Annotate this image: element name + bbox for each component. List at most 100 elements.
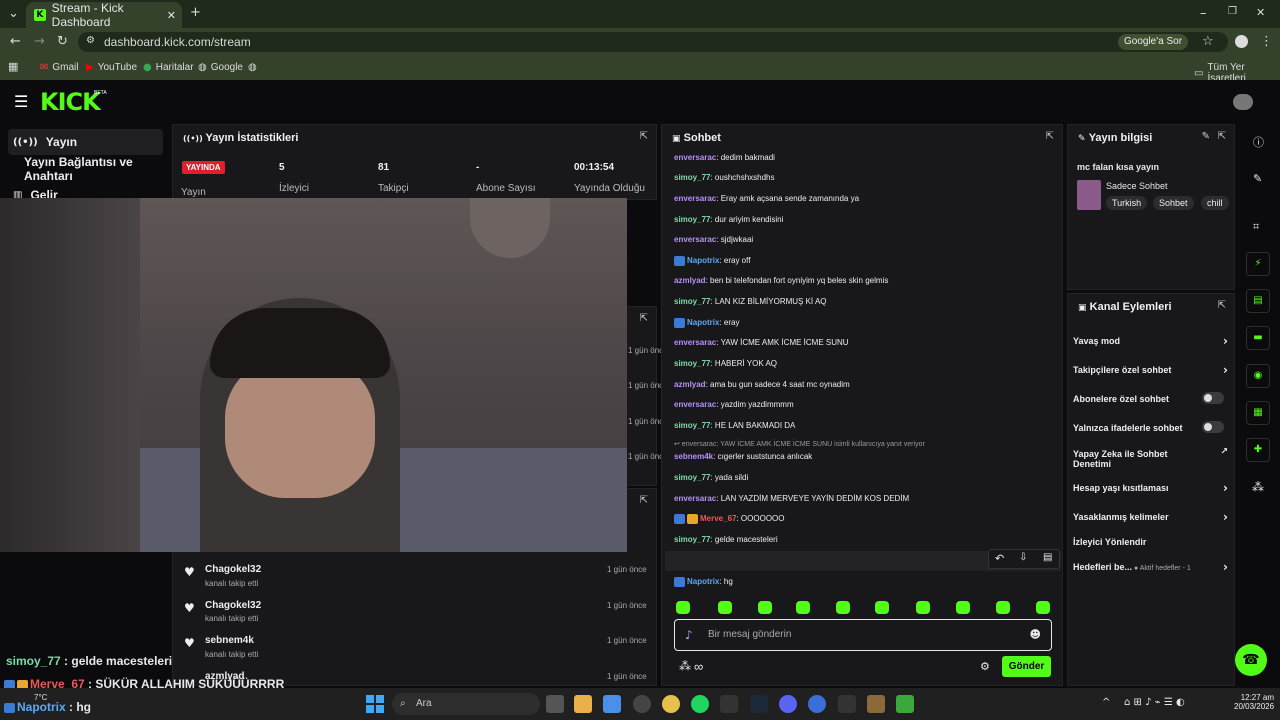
info-icon[interactable]: ⓘ: [1253, 134, 1264, 150]
lightning-icon[interactable]: ⚡: [1246, 252, 1270, 276]
emote-icon[interactable]: [758, 601, 772, 614]
store-icon[interactable]: [603, 695, 621, 713]
chat-message[interactable]: Merve_67: OOOOOOO: [674, 514, 785, 524]
chat-users-icon[interactable]: ⁂: [679, 659, 691, 673]
emote-icon[interactable]: [796, 601, 810, 614]
chat-message[interactable]: azmlyad: ben bi telefondan fort oyniyim …: [674, 276, 888, 285]
tray-icons[interactable]: ⌂ ⊞ ♪ ⌁ ☰ ◐: [1124, 697, 1185, 708]
chat-message[interactable]: azmlyad: ama bu gun sadece 4 saat mc oyn…: [674, 380, 850, 389]
chat-username[interactable]: enversarac: [674, 235, 716, 244]
channel-action-row[interactable]: Hesap yaşı kısıtlaması ›: [1073, 481, 1228, 495]
chat-settings-icon[interactable]: ⚙: [980, 660, 990, 673]
toggle-switch[interactable]: [1202, 421, 1224, 433]
chat-username[interactable]: simoy_77: [674, 215, 710, 224]
chat-message[interactable]: enversarac: LAN YAZDİM MERVEYE YAYİN DED…: [674, 494, 909, 503]
chat-icon[interactable]: ▬: [1246, 326, 1270, 350]
minimize-icon[interactable]: –: [1200, 6, 1207, 21]
channel-action-row[interactable]: Yapay Zeka ile Sohbet Denetimi ↗: [1073, 447, 1228, 469]
pin-icon[interactable]: ⇩: [1019, 552, 1027, 563]
chat-message[interactable]: simoy_77: LAN KIZ BİLMİYORMUŞ Kİ AQ: [674, 297, 827, 306]
emote-icon[interactable]: [836, 601, 850, 614]
emote-icon[interactable]: [916, 601, 930, 614]
chrome-icon[interactable]: [662, 695, 680, 713]
spotify-icon[interactable]: [691, 695, 709, 713]
channel-action-row[interactable]: İzleyici Yönlendir: [1073, 537, 1228, 547]
chat-username[interactable]: Merve_67: [700, 514, 736, 523]
category-name[interactable]: Sadece Sohbet: [1106, 181, 1168, 191]
bookmark-gmail[interactable]: ✉ Gmail: [40, 62, 79, 73]
kick-logo[interactable]: KICK: [40, 88, 101, 116]
users-icon[interactable]: ⁂: [1252, 480, 1264, 494]
bookmark-youtube[interactable]: ▶ YouTube: [86, 62, 137, 73]
channel-action-row[interactable]: Takipçilere özel sohbet ›: [1073, 363, 1228, 377]
steam-icon[interactable]: [750, 695, 768, 713]
chat-message[interactable]: simoy_77: oushchshxshdhs: [674, 173, 775, 182]
close-window-icon[interactable]: ✕: [1256, 6, 1265, 19]
broadcast-toggle-icon[interactable]: ◉: [1246, 364, 1270, 388]
expand-icon[interactable]: ⇱: [1218, 131, 1226, 142]
epic-games-icon[interactable]: [720, 695, 738, 713]
emote-icon[interactable]: [1036, 601, 1050, 614]
chat-username[interactable]: sebnem4k: [674, 452, 713, 461]
reload-icon[interactable]: ↻: [57, 34, 68, 49]
file-explorer-icon[interactable]: [574, 695, 592, 713]
expand-icon[interactable]: ⇱: [1218, 300, 1226, 311]
emote-icon[interactable]: [676, 601, 690, 614]
expand-icon[interactable]: ⇱: [1046, 131, 1054, 142]
chat-message[interactable]: Napotrix: hg: [674, 577, 733, 587]
chat-message[interactable]: simoy_77: HABERİ YOK AQ: [674, 359, 777, 368]
microphone-icon[interactable]: ♪: [685, 628, 693, 642]
new-tab-icon[interactable]: +: [190, 5, 201, 20]
chat-message[interactable]: simoy_77: gelde macesteleri: [674, 535, 778, 544]
discord-icon[interactable]: [779, 695, 797, 713]
channel-action-row[interactable]: Abonelere özel sohbet: [1073, 392, 1228, 404]
channel-action-row[interactable]: Yasaklanmış kelimeler ›: [1073, 510, 1228, 524]
obs-icon[interactable]: [633, 695, 651, 713]
site-info-icon[interactable]: ⚙: [86, 35, 95, 46]
channel-action-row[interactable]: Yalnızca ifadelerle sohbet: [1073, 421, 1228, 433]
chat-username[interactable]: simoy_77: [674, 297, 710, 306]
chat-message[interactable]: simoy_77: dur ariyim kendisini: [674, 215, 783, 224]
channel-action-row[interactable]: Yavaş mod ›: [1073, 334, 1228, 348]
chat-username[interactable]: Napotrix: [687, 318, 719, 327]
chat-input-box[interactable]: ♪ Bir mesaj gönderin ☻: [674, 619, 1052, 651]
chat-username[interactable]: simoy_77: [674, 359, 710, 368]
screen-capture-icon[interactable]: ⌗: [1253, 220, 1259, 234]
tray-chevron-icon[interactable]: ^: [1102, 697, 1110, 708]
google-ask-button[interactable]: Google'a Sor: [1118, 34, 1189, 50]
chat-username[interactable]: simoy_77: [674, 421, 710, 430]
channel-action-row[interactable]: Hedefleri be... ● Aktif hedefler - 1 ›: [1073, 560, 1228, 574]
chat-username[interactable]: azmlyad: [674, 276, 706, 285]
chat-message[interactable]: Napotrix: eray: [674, 318, 739, 328]
chat-username[interactable]: simoy_77: [674, 535, 710, 544]
emote-icon[interactable]: [996, 601, 1010, 614]
toggle-switch[interactable]: [1202, 392, 1224, 404]
tab-list-icon[interactable]: ⌄: [8, 6, 19, 21]
back-icon[interactable]: ←: [10, 34, 21, 49]
expand-icon[interactable]: ⇱: [640, 495, 648, 506]
close-tab-icon[interactable]: ✕: [167, 9, 176, 22]
clock[interactable]: 12:27 am 20/03/2026: [1234, 693, 1274, 711]
chat-username[interactable]: enversarac: [674, 194, 716, 203]
chat-message[interactable]: enversarac: YAW İCME AMK İCME İCME SUNU: [674, 338, 849, 347]
sidebar-item-stream[interactable]: ((•)) Yayın: [8, 129, 163, 155]
layout-icon[interactable]: ▦: [1246, 401, 1270, 425]
chat-username[interactable]: enversarac: [674, 400, 716, 409]
weather-temp[interactable]: 7°C: [34, 693, 47, 702]
bookmark-maps[interactable]: ● Haritalar: [143, 62, 194, 73]
minecraft-launcher-icon[interactable]: [867, 695, 885, 713]
menu-dots-icon[interactable]: ⋮: [1260, 34, 1273, 49]
forward-icon[interactable]: →: [34, 34, 45, 49]
expand-icon[interactable]: ⇱: [640, 313, 648, 324]
chat-username[interactable]: Napotrix: [687, 256, 719, 265]
bookmark-google[interactable]: ◍ Google: [198, 62, 243, 73]
taskbar-search[interactable]: ⌕ Ara: [392, 693, 540, 715]
url-field[interactable]: dashboard.kick.com/stream: [78, 32, 1228, 52]
apps-grid-icon[interactable]: ▦: [8, 60, 18, 73]
task-view-icon[interactable]: [546, 695, 564, 713]
chat-message[interactable]: simoy_77: HE LAN BAKMADI DA: [674, 421, 795, 430]
chat-message[interactable]: enversarac: Eray amk açsana sende zamanı…: [674, 194, 859, 203]
expand-icon[interactable]: ⇱: [640, 131, 648, 142]
maximize-icon[interactable]: ❐: [1228, 6, 1237, 17]
chat-username[interactable]: azmlyad: [674, 380, 706, 389]
